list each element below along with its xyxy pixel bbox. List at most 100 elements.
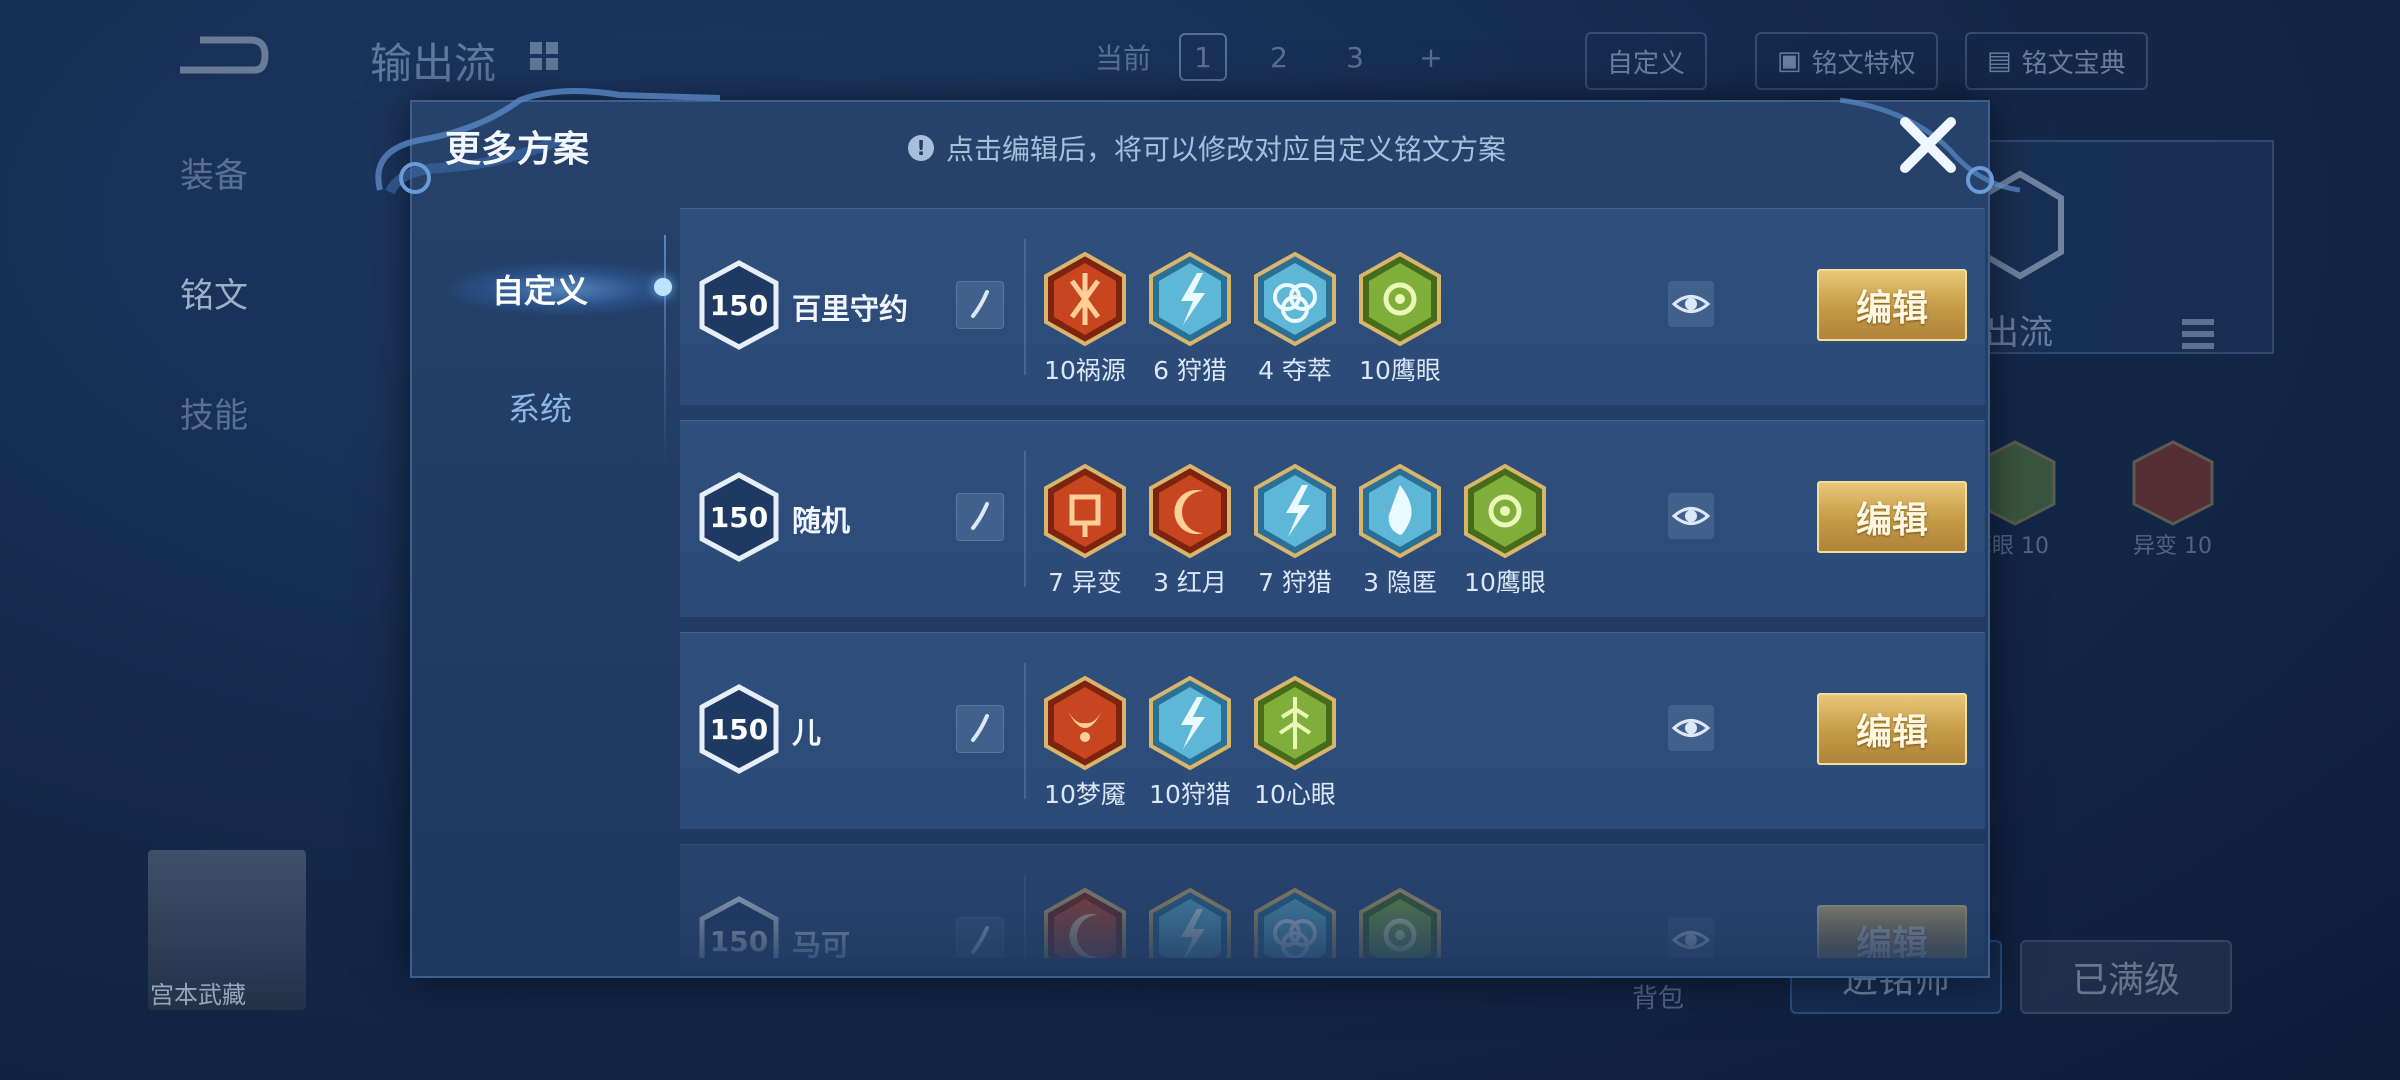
eye-icon	[1671, 931, 1711, 949]
rune-count-label: 10狩猎	[1149, 780, 1231, 809]
preview-button[interactable]	[1668, 281, 1714, 327]
tab-system[interactable]: 系统	[412, 369, 668, 445]
custom-button[interactable]: 自定义	[1585, 32, 1708, 90]
side-nav-equipment[interactable]: 装备	[180, 148, 248, 197]
mutation-rune-icon	[1042, 463, 1128, 559]
codex-icon: ▤	[1987, 46, 2012, 76]
rune-count-label: 10鹰眼	[1464, 568, 1546, 597]
lightning-rune-icon	[1252, 463, 1338, 559]
active-tab-indicator	[654, 278, 672, 296]
moon-rune-icon	[1042, 887, 1128, 958]
back-arrow-icon[interactable]	[170, 30, 270, 80]
rune-count-label: 10梦魇	[1044, 780, 1126, 809]
demon-rune-icon	[1042, 675, 1128, 771]
lightning-rune-icon	[1147, 251, 1233, 347]
eye-icon	[1671, 507, 1711, 525]
level-badge-icon: 150	[699, 472, 779, 562]
svg-text:150: 150	[710, 925, 768, 958]
slot-2[interactable]: 2	[1255, 33, 1303, 81]
eye-rune-icon	[1462, 463, 1548, 559]
backpack-label[interactable]: 背包	[1632, 978, 1684, 1015]
preset-name: 儿	[792, 716, 822, 750]
faded-red-rune-icon	[2132, 440, 2214, 526]
close-icon[interactable]	[1895, 112, 1961, 178]
edit-button[interactable]: 编辑	[1817, 693, 1967, 765]
pencil-icon	[971, 714, 989, 742]
rune-count-label: 10鹰眼	[1359, 356, 1441, 385]
preview-button[interactable]	[1668, 705, 1714, 751]
preset-row: 150 随机 7 异变 3 红月 7 狩猎 3 隐匿 10鹰眼 编辑	[680, 420, 1985, 617]
burst-rune-icon	[1042, 251, 1128, 347]
side-nav-inscription[interactable]: 铭文	[180, 268, 248, 317]
inscription-codex-button[interactable]: ▤ 铭文宝典	[1965, 32, 2148, 90]
moon-rune-icon	[1147, 463, 1233, 559]
preset-slot-bar: 当前 1 2 3 +	[1095, 32, 1455, 82]
rename-button[interactable]	[956, 705, 1004, 753]
max-level-button[interactable]: 已满级	[2020, 940, 2233, 1014]
list-menu-icon[interactable]	[2180, 315, 2216, 361]
level-badge-icon: 150	[699, 260, 779, 350]
rune-count-label: 10祸源	[1044, 356, 1126, 385]
slot-3[interactable]: 3	[1331, 33, 1379, 81]
rename-button[interactable]	[956, 281, 1004, 329]
side-nav-skills[interactable]: 技能	[180, 388, 248, 437]
flame-rune-icon	[1357, 463, 1443, 559]
tab-divider	[664, 235, 666, 465]
tab-custom[interactable]: 自定义	[412, 251, 668, 327]
rune-count-label: 10心眼	[1254, 780, 1336, 809]
rune-count-label: 3 红月	[1153, 568, 1227, 597]
preset-name: 随机	[792, 504, 851, 538]
rename-button[interactable]	[956, 917, 1004, 958]
svg-text:150: 150	[710, 501, 768, 534]
level-badge-icon: 150	[699, 684, 779, 774]
svg-text:150: 150	[710, 713, 768, 746]
preset-row: 150 马可 编辑	[680, 844, 1985, 958]
hero-name: 宫本武藏	[150, 981, 246, 1009]
edit-hint: ! 点击编辑后，将可以修改对应自定义铭文方案	[908, 128, 1506, 168]
eye-rune-icon	[1357, 887, 1443, 958]
lightning-rune-icon	[1147, 675, 1233, 771]
preset-name: 马可	[792, 928, 851, 958]
rename-button[interactable]	[956, 493, 1004, 541]
add-slot-button[interactable]: +	[1407, 33, 1455, 81]
level-badge-icon: 150	[699, 896, 779, 958]
preset-name: 百里守约	[792, 292, 909, 326]
eye-icon	[1671, 719, 1711, 737]
rune-count-label: 3 隐匿	[1363, 568, 1437, 597]
edit-button[interactable]: 编辑	[1817, 905, 1967, 958]
faded-rune-label-2: 异变 10	[2133, 534, 2212, 559]
edit-hint-text: 点击编辑后，将可以修改对应自定义铭文方案	[946, 133, 1507, 166]
book-icon: ▣	[1777, 46, 1802, 76]
knot-rune-icon	[1252, 887, 1338, 958]
preset-category-tabs: 自定义 系统	[412, 205, 668, 975]
preview-button[interactable]	[1668, 917, 1714, 958]
inscription-traits-label: 铭文特权	[1811, 48, 1916, 79]
leaf-rune-icon	[1252, 675, 1338, 771]
pencil-icon	[971, 502, 989, 530]
lightning-rune-icon	[1147, 887, 1233, 958]
slot-1[interactable]: 1	[1179, 33, 1228, 81]
eye-rune-icon	[1357, 251, 1443, 347]
rune-count-label: 7 狩猎	[1258, 568, 1332, 597]
dialog-title: 更多方案	[445, 129, 590, 170]
preset-list: 150 百里守约 10祸源 6 狩猎 4 夺萃 10鹰眼 编辑 150 随机 7 异变 3 红月 7 …	[680, 208, 1985, 958]
row-separator	[1024, 875, 1026, 958]
preset-row: 150 百里守约 10祸源 6 狩猎 4 夺萃 10鹰眼 编辑	[680, 208, 1985, 405]
current-label: 当前	[1095, 42, 1152, 75]
rune-count-label: 7 异变	[1048, 568, 1122, 597]
inscription-codex-label: 铭文宝典	[2021, 48, 2126, 79]
edit-button[interactable]: 编辑	[1817, 269, 1967, 341]
right-panel-label: 出流	[1985, 313, 2053, 353]
preset-row: 150 儿 10梦魇 10狩猎 10心眼 编辑	[680, 632, 1985, 829]
info-icon: !	[908, 135, 934, 161]
custom-button-label: 自定义	[1607, 48, 1686, 79]
preview-button[interactable]	[1668, 493, 1714, 539]
pencil-icon	[971, 926, 989, 954]
knot-rune-icon	[1252, 251, 1338, 347]
pencil-icon	[971, 290, 989, 318]
grid-icon[interactable]	[528, 40, 560, 72]
rune-count-label: 6 狩猎	[1153, 356, 1227, 385]
rune-count-label: 4 夺萃	[1258, 356, 1332, 385]
edit-button[interactable]: 编辑	[1817, 481, 1967, 553]
inscription-traits-button[interactable]: ▣ 铭文特权	[1755, 32, 1938, 90]
